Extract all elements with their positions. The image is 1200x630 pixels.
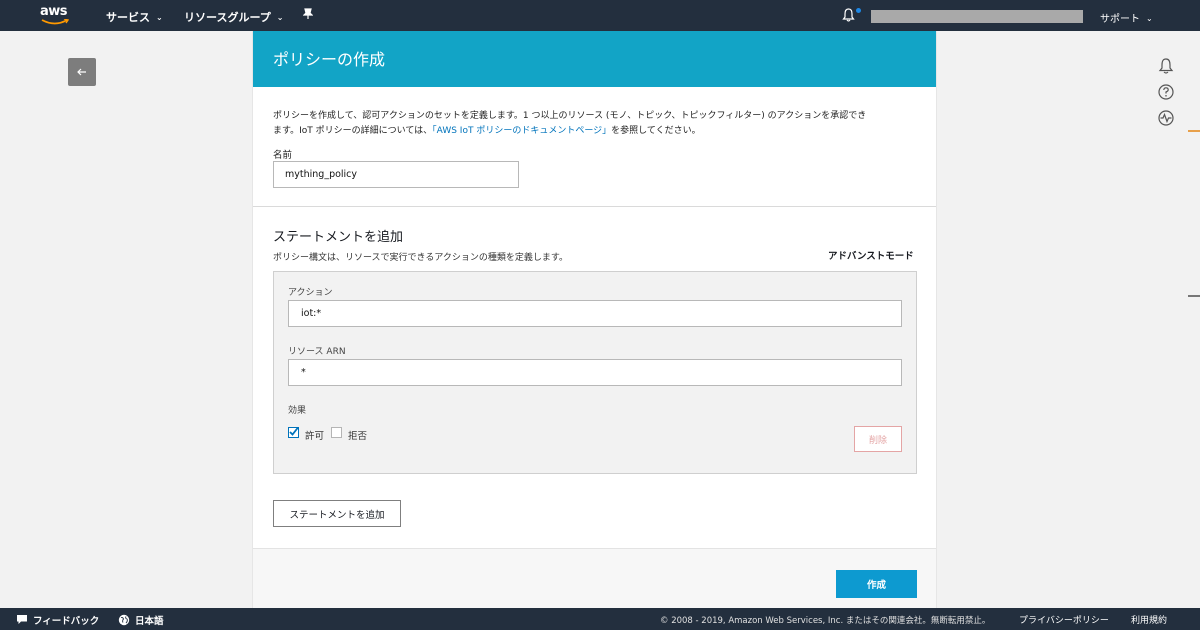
chevron-down-icon: ⌄ <box>156 13 163 22</box>
privacy-policy-link[interactable]: プライバシーポリシー <box>1019 613 1109 626</box>
globe-icon <box>118 614 130 626</box>
top-navigation-bar: aws サービス ⌄ リソースグループ ⌄ サポート ⌄ <box>0 0 1200 31</box>
checkmark-icon <box>289 426 299 436</box>
intro-line-1: ポリシーを作成して、認可アクションのセットを定義します。1 つ以上のリソース (… <box>273 111 867 121</box>
create-policy-card: ポリシーの作成 ポリシーを作成して、認可アクションのセットを定義します。1 つ以… <box>252 31 937 608</box>
terms-of-use-link[interactable]: 利用規約 <box>1131 613 1167 626</box>
edge-marker <box>1188 295 1200 297</box>
support-menu[interactable]: サポート ⌄ <box>1100 10 1153 25</box>
bell-icon <box>842 8 855 22</box>
policy-name-input[interactable] <box>273 161 519 188</box>
create-button[interactable]: 作成 <box>836 570 917 598</box>
aws-logo[interactable]: aws <box>40 4 72 26</box>
pin-icon-glyph <box>302 8 314 19</box>
deny-label[interactable]: 拒否 <box>348 428 367 442</box>
feedback-button[interactable]: フィードバック <box>16 613 99 627</box>
add-statement-heading: ステートメントを追加 <box>273 230 404 245</box>
health-rail-icon[interactable] <box>1157 109 1175 127</box>
bell-outline-icon <box>1158 58 1174 74</box>
intro-text: ポリシーを作成して、認可アクションのセットを定義します。1 つ以上のリソース (… <box>273 109 918 139</box>
arrow-left-icon <box>77 68 86 76</box>
statement-description: ポリシー構文は、リソースで実行できるアクションの種類を定義します。 <box>273 253 569 263</box>
notifications-bell-icon[interactable] <box>842 8 855 25</box>
page-title: ポリシーの作成 <box>253 31 936 87</box>
pin-icon[interactable] <box>302 8 314 23</box>
notification-dot <box>856 8 861 13</box>
action-input[interactable] <box>288 300 902 327</box>
advanced-mode-link[interactable]: アドバンストモード <box>828 248 914 262</box>
question-circle-icon <box>1158 84 1174 100</box>
section-divider <box>253 206 936 207</box>
help-rail-icon[interactable] <box>1157 83 1175 101</box>
notifications-rail-icon[interactable] <box>1157 57 1175 75</box>
resource-arn-input[interactable] <box>288 359 902 386</box>
add-statement-button[interactable]: ステートメントを追加 <box>273 500 401 527</box>
delete-statement-button[interactable]: 削除 <box>854 426 902 452</box>
edge-marker <box>1188 130 1200 132</box>
resource-arn-label: リソース ARN <box>288 347 346 357</box>
deny-checkbox[interactable] <box>331 427 342 438</box>
chevron-down-icon: ⌄ <box>1146 14 1153 23</box>
resource-groups-label: リソースグループ <box>184 11 271 24</box>
name-label: 名前 <box>273 150 293 161</box>
aws-smile-icon <box>41 19 69 25</box>
pulse-circle-icon <box>1158 110 1174 126</box>
allow-checkbox[interactable] <box>288 426 299 438</box>
speech-bubble-icon <box>17 615 27 624</box>
support-label: サポート <box>1100 14 1140 25</box>
feedback-label: フィードバック <box>33 616 100 627</box>
console-footer: フィードバック 日本語 © 2008 - 2019, Amazon Web Se… <box>0 608 1200 630</box>
intro-line-2-post: を参照してください。 <box>611 126 701 136</box>
intro-line-2: ます。IoT ポリシーの詳細については、「AWS IoT ポリシーのドキュメント… <box>273 124 918 139</box>
copyright-text: © 2008 - 2019, Amazon Web Services, Inc.… <box>660 616 991 626</box>
effect-label: 効果 <box>288 406 307 416</box>
action-label: アクション <box>288 288 333 298</box>
back-button[interactable] <box>68 58 96 86</box>
language-selector[interactable]: 日本語 <box>118 613 164 627</box>
statement-panel: アクション リソース ARN 効果 許可 拒否 削除 <box>273 271 917 474</box>
account-menu-redacted[interactable] <box>871 10 1083 23</box>
chevron-down-icon: ⌄ <box>276 13 284 22</box>
resource-groups-menu[interactable]: リソースグループ ⌄ <box>184 9 284 25</box>
language-label: 日本語 <box>135 616 164 627</box>
iot-policy-docs-link[interactable]: 「AWS IoT ポリシーのドキュメントページ」 <box>432 126 611 136</box>
aws-logo-text: aws <box>40 4 68 19</box>
services-menu[interactable]: サービス ⌄ <box>106 9 163 25</box>
intro-line-2-pre: ます。IoT ポリシーの詳細については、 <box>273 126 433 136</box>
services-label: サービス <box>106 11 150 24</box>
allow-label[interactable]: 許可 <box>305 428 324 442</box>
card-footer: 作成 <box>253 548 936 608</box>
